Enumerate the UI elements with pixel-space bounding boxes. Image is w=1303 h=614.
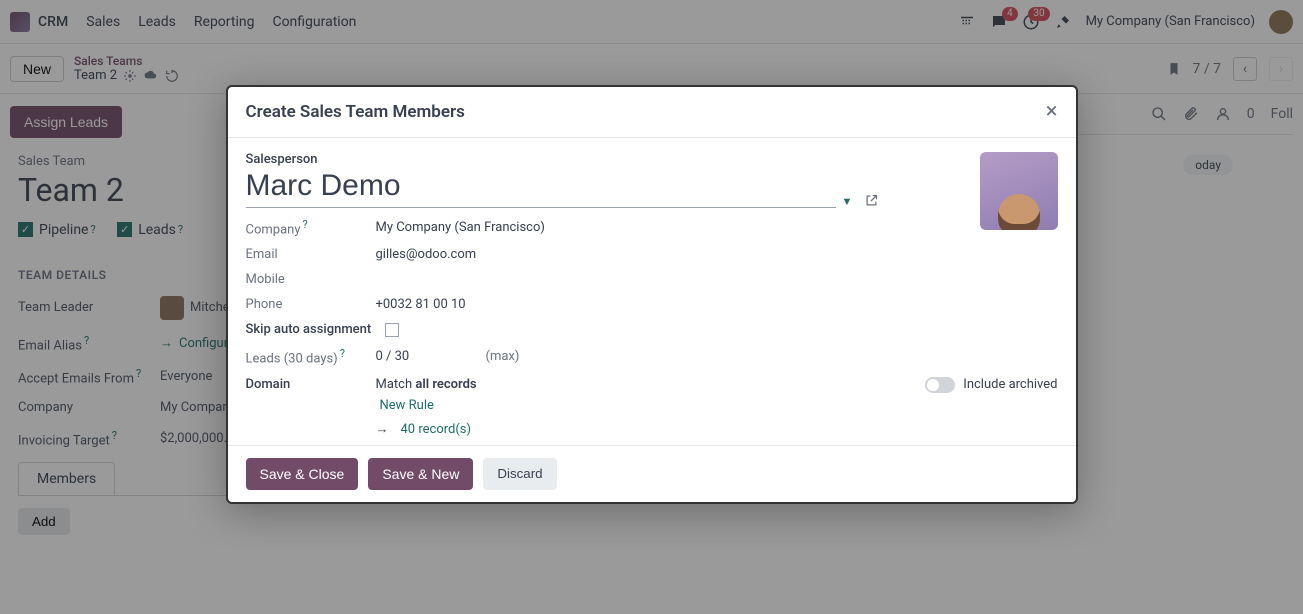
salesperson-avatar[interactable] <box>980 152 1058 230</box>
skip-auto-label: Skip auto assignment <box>246 322 372 337</box>
modal-title: Create Sales Team Members <box>246 102 465 122</box>
modal-footer: Save & Close Save & New Discard <box>228 445 1076 502</box>
save-close-button[interactable]: Save & Close <box>246 458 359 490</box>
phone-field-label: Phone <box>246 297 376 312</box>
leads30-help-icon[interactable]: ? <box>340 347 345 360</box>
leads30-value[interactable]: 0 / 30 <box>376 349 486 364</box>
domain-label: Domain <box>246 377 376 437</box>
email-field-label: Email <box>246 247 376 262</box>
company-field-value[interactable]: My Company (San Francisco) <box>376 220 545 235</box>
modal-overlay: Create Sales Team Members × Salesperson … <box>0 0 1303 614</box>
company-help-icon[interactable]: ? <box>302 218 307 231</box>
arrow-right-icon: → <box>376 422 389 437</box>
phone-field-value[interactable]: +0032 81 00 10 <box>376 297 466 312</box>
email-field-value[interactable]: gilles@odoo.com <box>376 247 477 262</box>
external-link-icon[interactable] <box>864 193 879 208</box>
new-rule-link[interactable]: New Rule <box>380 398 477 413</box>
save-new-button[interactable]: Save & New <box>368 458 473 490</box>
leads30-label: Leads (30 days)? <box>246 347 376 366</box>
company-field-label: Company? <box>246 218 376 237</box>
dropdown-icon[interactable]: ▼ <box>842 195 853 208</box>
modal: Create Sales Team Members × Salesperson … <box>226 85 1078 504</box>
skip-auto-checkbox[interactable] <box>385 323 399 337</box>
modal-body: Salesperson ▼ Company? My Company (San F… <box>228 138 1076 445</box>
close-icon[interactable]: × <box>1046 101 1058 123</box>
include-archived-toggle[interactable] <box>925 377 955 393</box>
discard-button[interactable]: Discard <box>483 458 556 490</box>
salesperson-label: Salesperson <box>246 152 1058 167</box>
include-archived-label: Include archived <box>963 377 1057 392</box>
leads30-max: (max) <box>486 349 520 364</box>
mobile-field-label: Mobile <box>246 272 376 287</box>
domain-match-text: Match <box>376 377 416 392</box>
records-link[interactable]: 40 record(s) <box>401 422 472 437</box>
modal-header: Create Sales Team Members × <box>228 87 1076 138</box>
domain-all-records: all records <box>415 377 476 392</box>
salesperson-input[interactable] <box>246 167 836 208</box>
